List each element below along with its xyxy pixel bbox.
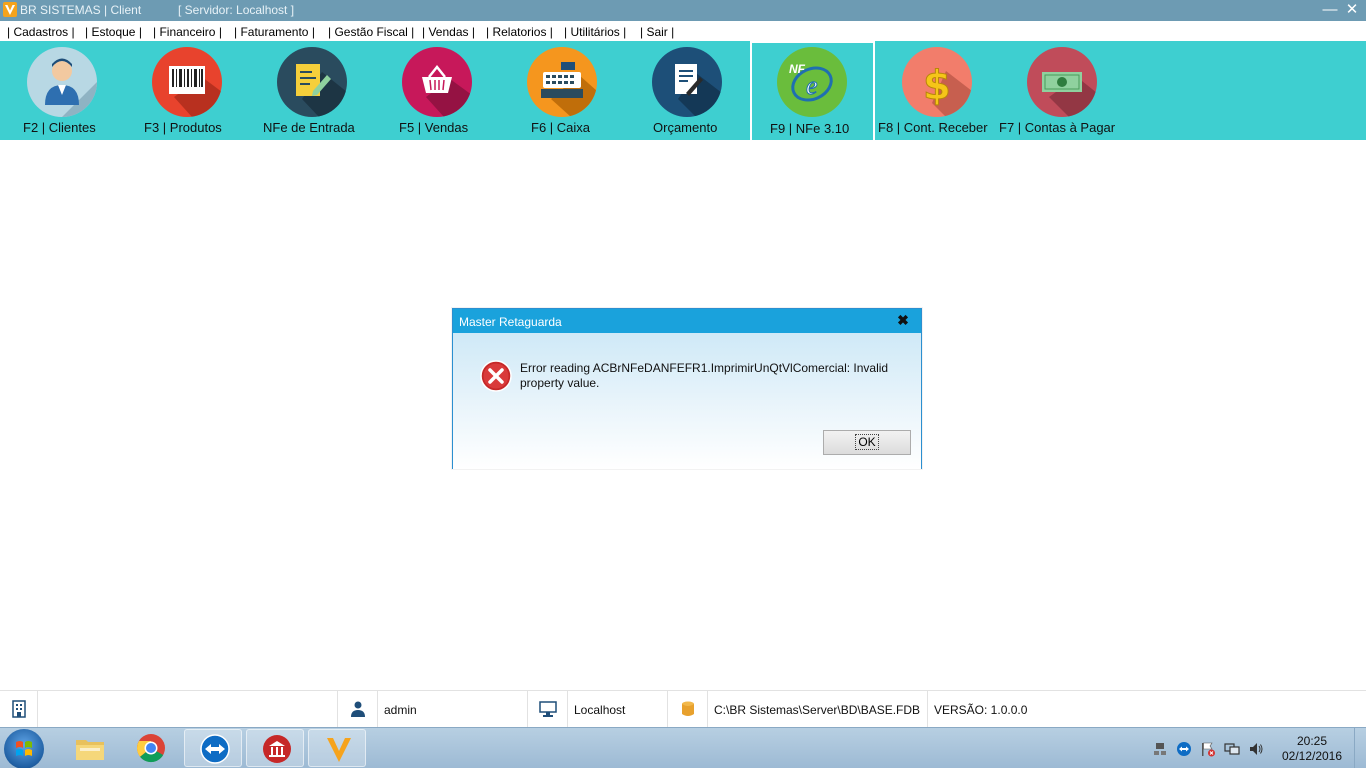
svg-text:e: e	[806, 71, 818, 100]
chrome-taskbar-button[interactable]	[121, 729, 179, 767]
windows-logo-icon	[16, 741, 32, 756]
nfe-310-label: F9 | NFe 3.10	[770, 121, 850, 136]
explorer-taskbar-button[interactable]	[60, 729, 118, 767]
menu-gestao-fiscal[interactable]: | Gestão Fiscal |	[328, 25, 414, 39]
br-sistemas-taskbar-button[interactable]	[308, 729, 366, 767]
contas-receber-button[interactable]: $ F8 | Cont. Receber	[875, 41, 1000, 140]
window-title: BR SISTEMAS | Client	[20, 3, 142, 17]
clientes-label: F2 | Clientes	[23, 120, 96, 135]
contas-receber-label: F8 | Cont. Receber	[878, 120, 988, 135]
nfe-entrada-label: NFe de Entrada	[263, 120, 355, 135]
orcamento-button[interactable]: Orçamento	[625, 41, 750, 140]
bank-icon	[261, 733, 293, 765]
produtos-label: F3 | Produtos	[144, 120, 222, 135]
teamviewer-taskbar-button[interactable]	[184, 729, 242, 767]
bank-app-taskbar-button[interactable]	[246, 729, 304, 767]
menu-relatorios[interactable]: | Relatorios |	[486, 25, 553, 39]
minimize-button[interactable]: —	[1320, 1, 1340, 19]
show-desktop-button[interactable]	[1354, 728, 1366, 768]
quote-document-icon	[652, 47, 722, 117]
dollar-icon: $	[902, 47, 972, 117]
chrome-icon	[135, 732, 167, 764]
br-sistemas-icon	[323, 733, 355, 765]
teamviewer-tray-icon[interactable]	[1176, 741, 1192, 757]
menu-sair[interactable]: | Sair |	[640, 25, 674, 39]
database-icon	[679, 700, 697, 718]
contas-pagar-button[interactable]: F7 | Contas à Pagar	[999, 41, 1125, 140]
error-icon	[480, 360, 512, 392]
status-db-path: C:\BR Sistemas\Server\BD\BASE.FDB	[714, 703, 921, 717]
building-icon	[10, 700, 28, 718]
status-user-icon-cell	[338, 691, 378, 727]
menu-faturamento[interactable]: | Faturamento |	[234, 25, 315, 39]
start-button[interactable]	[4, 729, 44, 768]
dialog-body: Error reading ACBrNFeDANFEFR1.ImprimirUn…	[453, 333, 921, 469]
status-host-icon-cell	[528, 691, 568, 727]
status-db-icon-cell	[668, 691, 708, 727]
ok-label: OK	[855, 434, 879, 450]
cash-register-icon	[527, 47, 597, 117]
menu-cadastros[interactable]: | Cadastros |	[7, 25, 75, 39]
status-version-cell: VERSÃO: 1.0.0.0	[928, 691, 1366, 727]
app-logo-icon	[3, 2, 17, 17]
dialog-title: Master Retaguarda	[459, 315, 562, 329]
shortcut-toolbar: F2 | Clientes F3 | Produtos NFe de Entra…	[0, 41, 1366, 140]
menu-utilitarios[interactable]: | Utilitários |	[564, 25, 626, 39]
vendas-button[interactable]: F5 | Vendas	[375, 41, 500, 140]
computer-icon	[539, 700, 557, 718]
menu-vendas[interactable]: | Vendas |	[422, 25, 475, 39]
error-message: Error reading ACBrNFeDANFEFR1.ImprimirUn…	[520, 361, 889, 390]
flag-error-icon[interactable]	[1200, 741, 1216, 757]
teamviewer-icon	[199, 733, 231, 765]
status-bar: admin Localhost C:\BR Sistemas\Server\BD…	[0, 690, 1366, 727]
close-window-button[interactable]: ✕	[1342, 1, 1362, 19]
status-user: admin	[384, 703, 417, 717]
caixa-label: F6 | Caixa	[531, 120, 591, 135]
document-edit-icon	[277, 47, 347, 117]
customer-icon	[27, 47, 97, 117]
title-bar: BR SISTEMAS | Client [ Servidor: Localho…	[0, 0, 1366, 21]
banknote-icon	[1027, 47, 1097, 117]
contas-pagar-label: F7 | Contas à Pagar	[999, 120, 1116, 135]
status-company-cell	[0, 691, 38, 727]
orcamento-label: Orçamento	[653, 120, 718, 135]
status-empty-cell	[38, 691, 338, 727]
caixa-button[interactable]: F6 | Caixa	[500, 41, 625, 140]
nfe-310-button[interactable]: NF e F9 | NFe 3.10	[750, 41, 875, 140]
dialog-title-bar: Master Retaguarda ✖	[453, 309, 921, 333]
dialog-close-button[interactable]: ✖	[896, 312, 910, 328]
status-db-cell: C:\BR Sistemas\Server\BD\BASE.FDB	[708, 691, 928, 727]
ok-button[interactable]: OK	[823, 430, 911, 455]
barcode-icon	[152, 47, 222, 117]
menu-bar: | Cadastros | | Estoque | | Financeiro |…	[0, 21, 1366, 41]
produtos-button[interactable]: F3 | Produtos	[125, 41, 250, 140]
svg-text:NF: NF	[789, 62, 806, 76]
user-icon	[349, 700, 367, 718]
status-host-cell: Localhost	[568, 691, 668, 727]
menu-estoque[interactable]: | Estoque |	[85, 25, 142, 39]
status-host: Localhost	[574, 703, 626, 717]
menu-financeiro[interactable]: | Financeiro |	[153, 25, 222, 39]
vendas-label: F5 | Vendas	[399, 120, 469, 135]
status-version: VERSÃO: 1.0.0.0	[934, 703, 1028, 717]
folder-icon	[74, 732, 106, 764]
status-user-cell: admin	[378, 691, 528, 727]
taskbar: 20:25 02/12/2016	[0, 727, 1366, 768]
error-dialog: Master Retaguarda ✖ Error reading ACBrNF…	[452, 308, 922, 469]
network-shared-icon[interactable]	[1152, 741, 1168, 757]
nfe-entrada-button[interactable]: NFe de Entrada	[250, 41, 375, 140]
basket-icon	[402, 47, 472, 117]
clientes-button[interactable]: F2 | Clientes	[0, 41, 125, 140]
clock-time: 20:25	[1296, 734, 1328, 748]
svg-text:$: $	[923, 63, 951, 109]
server-label: [ Servidor: Localhost ]	[178, 3, 295, 17]
clock-date: 02/12/2016	[1281, 749, 1343, 763]
nfe-logo-icon: NF e	[777, 47, 847, 117]
tray-clock[interactable]: 20:25 02/12/2016	[1278, 734, 1346, 764]
volume-icon[interactable]	[1248, 741, 1264, 757]
network-icon[interactable]	[1224, 741, 1240, 757]
